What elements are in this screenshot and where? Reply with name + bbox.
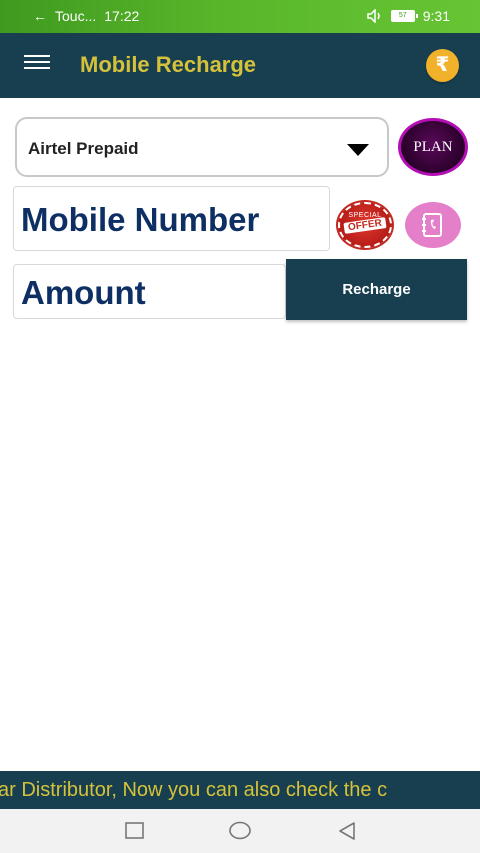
special-offer-button[interactable]: SPECIAL OFFER: [336, 200, 394, 250]
home-icon[interactable]: [229, 821, 253, 841]
recent-apps-icon[interactable]: [124, 821, 146, 841]
status-right: 57 9:31: [367, 8, 450, 24]
app-bar: Mobile Recharge ₹: [0, 33, 480, 98]
battery-icon: 57: [390, 10, 418, 22]
contacts-button[interactable]: [405, 202, 461, 248]
contact-book-icon: [422, 213, 442, 237]
news-marquee: ar Distributor, Now you can also check t…: [0, 771, 480, 809]
hamburger-icon[interactable]: [24, 55, 50, 75]
wallet-rupee-icon[interactable]: ₹: [426, 49, 459, 82]
back-arrow-icon[interactable]: ←: [33, 8, 47, 24]
amount-input[interactable]: Amount: [13, 264, 286, 319]
operator-selected-value: Airtel Prepaid: [28, 139, 139, 158]
status-right-time: 9:31: [422, 8, 450, 24]
mobile-number-input[interactable]: Mobile Number: [13, 186, 330, 251]
system-nav-bar: [0, 809, 480, 853]
marquee-text: ar Distributor, Now you can also check t…: [0, 779, 388, 801]
offer-main-label: OFFER: [343, 217, 387, 234]
status-left-time: 17:22: [104, 8, 140, 24]
mobile-number-placeholder: Mobile Number: [21, 201, 260, 238]
operator-select[interactable]: Airtel Prepaid: [15, 117, 389, 177]
page-title: Mobile Recharge: [80, 52, 257, 77]
status-app-label: Touc...: [55, 8, 97, 24]
status-bar: ← Touc... 17:22 57 9:31: [0, 0, 480, 33]
status-left: ← Touc... 17:22: [33, 8, 139, 24]
plan-button[interactable]: PLAN: [398, 118, 468, 176]
recharge-button[interactable]: Recharge: [286, 259, 467, 320]
back-nav-icon[interactable]: [337, 821, 359, 841]
amount-placeholder: Amount: [21, 274, 146, 311]
speaker-icon: [367, 9, 380, 23]
dropdown-arrow-icon: [347, 144, 369, 156]
